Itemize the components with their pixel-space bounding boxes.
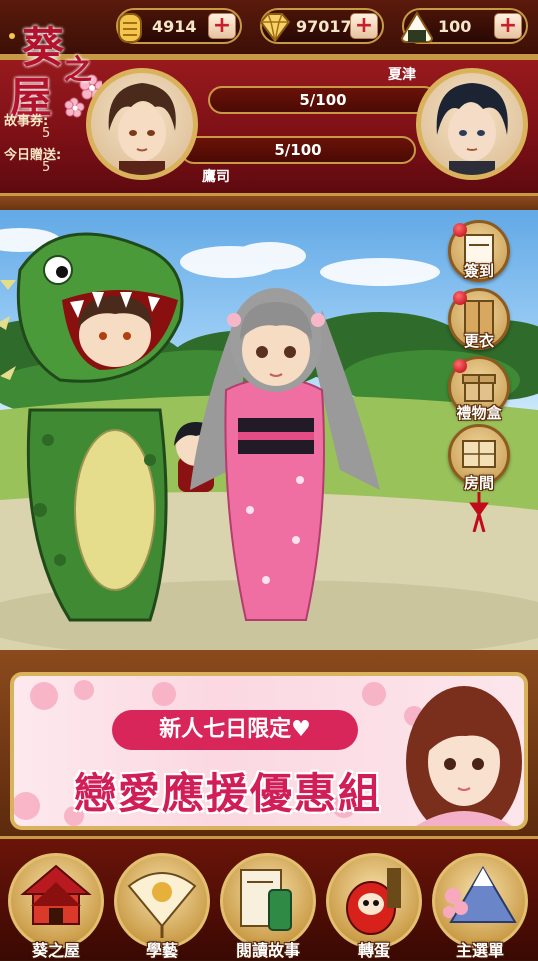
left-character-portrait[interactable] [86, 68, 198, 180]
nav-arts-label: 學藝 [145, 941, 178, 960]
nav-read-story-label: 閱讀故事 [235, 941, 300, 960]
fan-icon [127, 872, 197, 938]
right-character-name: 夏津 [388, 67, 416, 83]
side-menu-giftbox-label: 禮物盒 [456, 404, 502, 422]
scene-frame [0, 196, 538, 210]
gem-counter: 97017 + [259, 8, 384, 44]
bottom-nav: 葵之屋 學藝 閱讀故事 轉蛋 主選單 [0, 836, 538, 960]
side-menu-wardrobe-label: 更衣 [463, 332, 494, 350]
book-icon [240, 869, 292, 931]
diamond-icon [259, 13, 291, 43]
add-riceballs-button[interactable]: + [494, 13, 522, 39]
mountain-icon [443, 866, 517, 923]
logo-char-2: 之 [64, 53, 93, 86]
nav-gacha-label: 轉蛋 [357, 941, 390, 960]
daruma-icon [346, 868, 401, 935]
side-menu-checkin-label: 簽到 [463, 262, 494, 280]
gold-coin-icon [118, 13, 142, 43]
riceball-counter: 100 + [400, 8, 528, 44]
nav-arts-button[interactable] [114, 853, 210, 949]
riceball-value: 100 [438, 17, 472, 36]
character-header: 葵 之 屋 故事券: 5 今日贈送: 5 夏津 5/100 5/100 鷹司 [0, 23, 538, 196]
nav-gacha-button[interactable] [326, 853, 422, 949]
promo-limited-pill: 新人七日限定♥ [112, 710, 358, 750]
daily-gift-label: 今日贈送: [4, 148, 62, 163]
riceball-icon [400, 11, 434, 43]
room-scene: 簽到 更衣 禮物盒 房間 [0, 210, 538, 650]
coin-value: 4914 [152, 17, 197, 36]
coin-counter: 4914 + [116, 8, 242, 44]
promo-banner[interactable]: 新人七日限定♥ 戀愛應援優惠組 [10, 672, 528, 830]
daily-gift-value: 5 [42, 160, 51, 175]
nav-house-label: 葵之屋 [31, 941, 80, 960]
house-icon [20, 864, 92, 925]
gem-value: 97017 [296, 17, 352, 36]
red-tassel-icon [469, 492, 489, 532]
character-face-icon [108, 83, 176, 175]
character-face-icon [436, 83, 508, 175]
right-affection-bar: 5/100 [208, 86, 438, 114]
left-affection-bar: 5/100 [180, 136, 416, 164]
side-menu-room-label: 房間 [463, 474, 494, 492]
nav-main-menu-label: 主選單 [455, 941, 504, 960]
promo-section: 新人七日限定♥ 戀愛應援優惠組 [0, 650, 538, 836]
add-coins-button[interactable]: + [208, 13, 236, 39]
story-tickets-value: 5 [42, 126, 51, 141]
nav-main-menu-button[interactable] [432, 853, 528, 949]
left-character-name: 鷹司 [202, 169, 230, 185]
nav-read-story-button[interactable] [220, 853, 316, 949]
nav-house-button[interactable] [8, 853, 104, 949]
right-character-portrait[interactable] [416, 68, 528, 180]
promo-title: 戀愛應援優惠組 [73, 769, 382, 818]
promo-girl-illustration [406, 686, 522, 826]
add-gems-button[interactable]: + [350, 13, 378, 39]
